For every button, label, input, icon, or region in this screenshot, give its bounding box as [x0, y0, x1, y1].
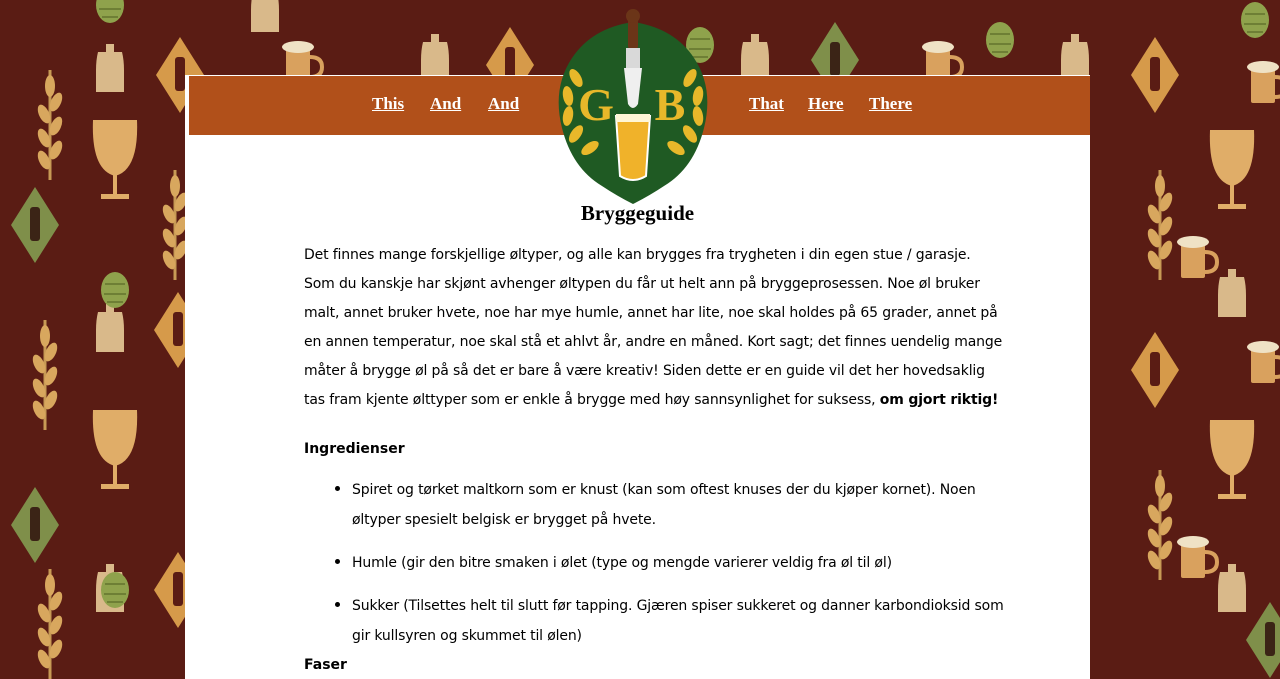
list-item: Spiret og tørket maltkorn som er knust (…: [352, 474, 1004, 535]
intro-paragraph: Det finnes mange forskjellige øltyper, o…: [304, 241, 1004, 415]
nav-link-and-1[interactable]: And: [430, 94, 461, 114]
nav-link-and-2[interactable]: And: [488, 94, 519, 114]
nav-link-here[interactable]: Here: [808, 94, 844, 114]
list-item: Sukker (Tilsettes helt til slutt før tap…: [352, 590, 1004, 651]
list-item: Humle (gir den bitre smaken i ølet (type…: [352, 547, 1004, 578]
nav-link-this[interactable]: This: [372, 94, 404, 114]
article-content: Det finnes mange forskjellige øltyper, o…: [304, 241, 1004, 663]
ingredients-heading: Ingredienser: [304, 441, 405, 457]
logo-letter-b: B: [655, 79, 686, 130]
logo-letter-g: G: [578, 79, 614, 130]
intro-text: Det finnes mange forskjellige øltyper, o…: [304, 247, 1003, 408]
ingredients-list: Spiret og tørket maltkorn som er knust (…: [304, 474, 1004, 651]
brewery-logo[interactable]: G B: [554, 8, 712, 204]
nav-link-there[interactable]: There: [869, 94, 912, 114]
intro-emphasis: om gjort riktig!: [879, 392, 999, 408]
phases-heading: Faser: [304, 657, 347, 673]
nav-link-that[interactable]: That: [749, 94, 784, 114]
page-title: Bryggeguide: [580, 201, 695, 225]
